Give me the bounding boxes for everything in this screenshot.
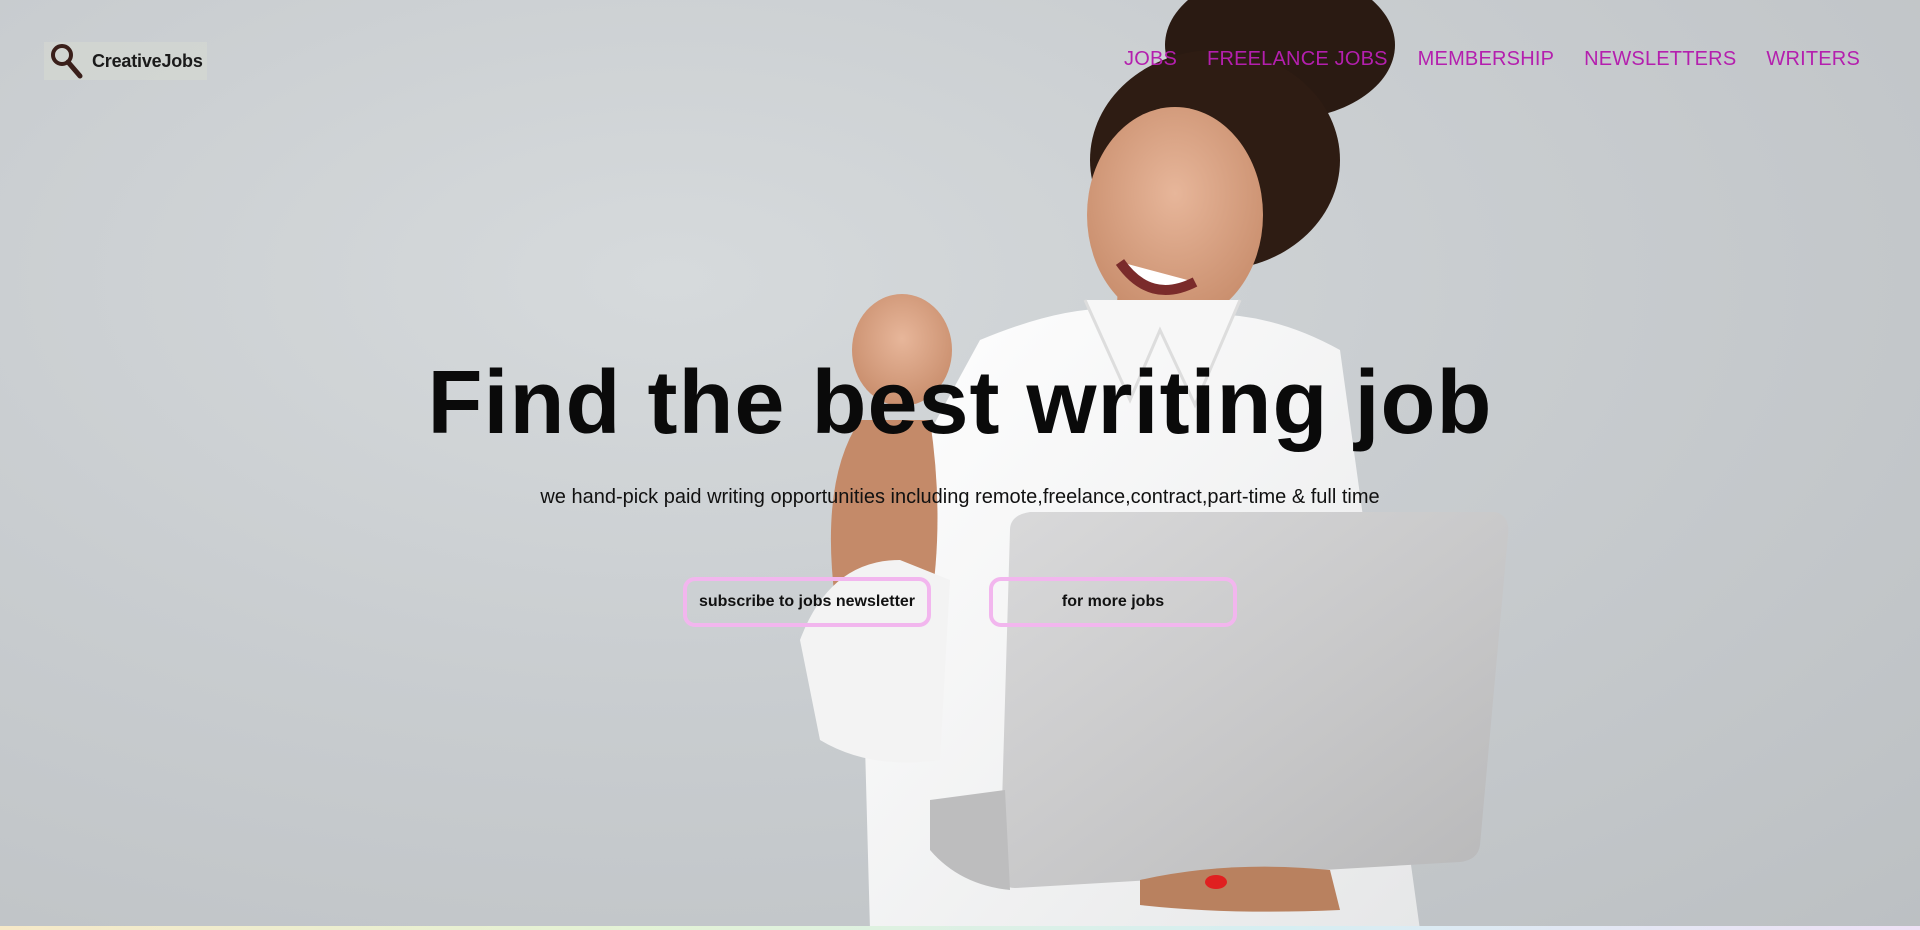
magnifier-icon	[51, 44, 83, 79]
hero-subtitle: we hand-pick paid writing opportunities …	[540, 486, 1380, 508]
nav-item-jobs[interactable]: JOBS	[1124, 48, 1177, 71]
subscribe-newsletter-button[interactable]: subscribe to jobs newsletter	[683, 577, 931, 627]
hero-title: Find the best writing job	[427, 353, 1493, 453]
more-jobs-button[interactable]: for more jobs	[989, 577, 1237, 627]
nav-item-freelance-jobs[interactable]: FREELANCE JOBS	[1207, 48, 1388, 71]
nav-item-membership[interactable]: MEMBERSHIP	[1418, 48, 1554, 71]
nav-item-newsletters[interactable]: NEWSLETTERS	[1584, 48, 1736, 71]
hero-background-image	[800, 0, 1509, 930]
bottom-divider	[0, 926, 1920, 930]
nav-item-writers[interactable]: WRITERS	[1766, 48, 1860, 71]
brand-logo[interactable]: CreativeJobs	[44, 42, 207, 80]
brand-name: CreativeJobs	[92, 50, 203, 71]
main-navigation: JOBS FREELANCE JOBS MEMBERSHIP NEWSLETTE…	[1124, 48, 1860, 71]
